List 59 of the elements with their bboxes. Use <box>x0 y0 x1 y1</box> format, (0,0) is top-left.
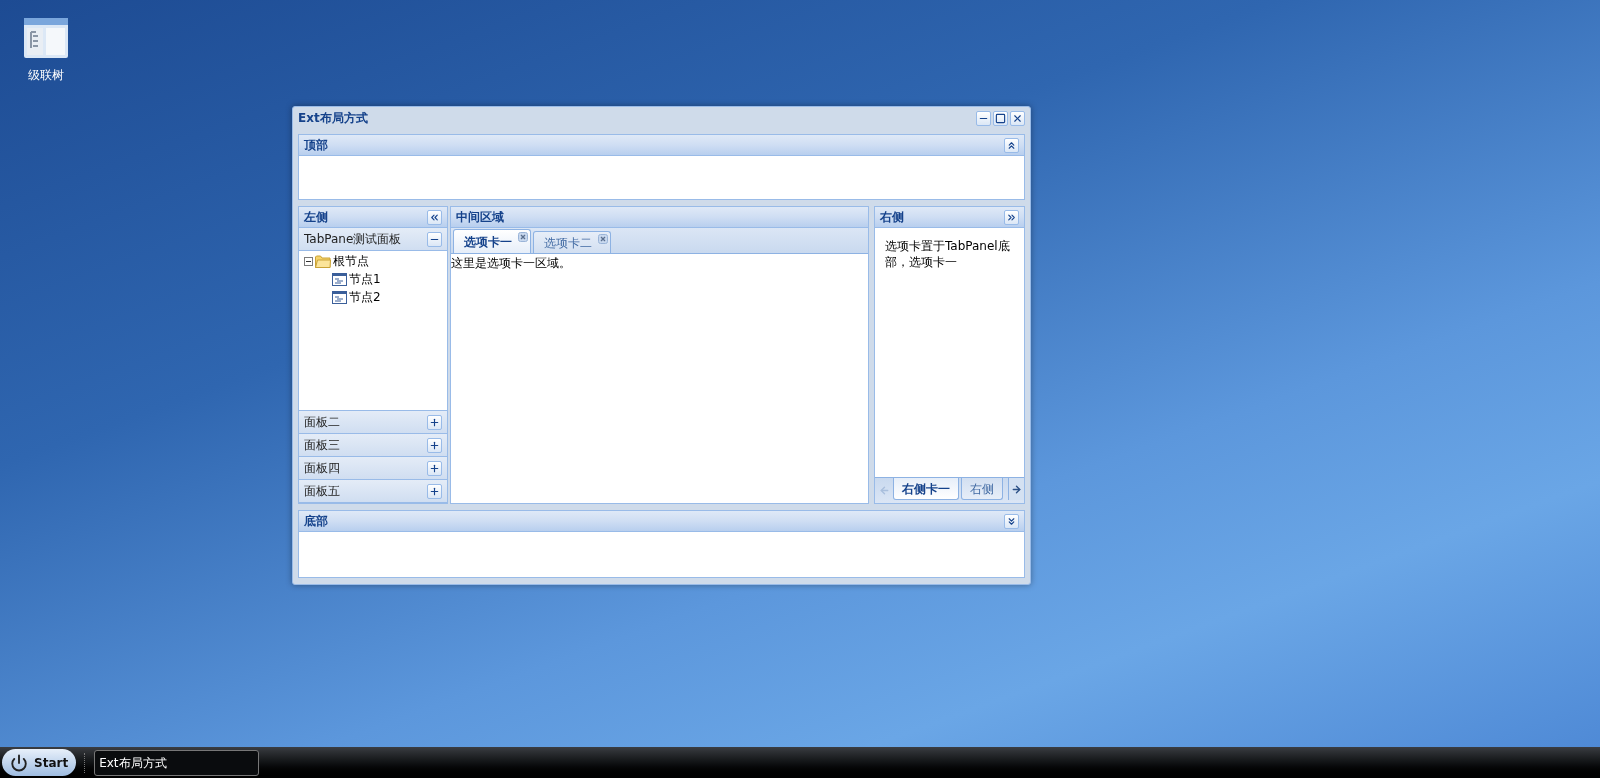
tree-node-label[interactable]: 节点1 <box>349 270 381 288</box>
taskbar-button[interactable]: Ext布局方式 <box>94 749 260 776</box>
desktop-icon-label[interactable]: 级联树 <box>28 66 64 84</box>
right-arrow-icon <box>1011 483 1022 495</box>
power-icon <box>10 753 28 772</box>
close-icon[interactable] <box>598 234 608 244</box>
document-icon <box>332 272 347 286</box>
expand-button[interactable] <box>427 483 442 499</box>
close-icon[interactable] <box>518 232 528 242</box>
panel-title: 右侧 <box>880 209 904 226</box>
accordion-header[interactable]: 面板二 <box>299 411 447 434</box>
collapse-button[interactable] <box>1004 513 1019 529</box>
collapse-button[interactable] <box>1004 137 1019 153</box>
collapse-button[interactable] <box>427 209 442 225</box>
tab[interactable]: 选项卡二 <box>533 231 611 253</box>
tab[interactable]: 选项卡一 <box>453 229 531 253</box>
tree-node-label[interactable]: 节点2 <box>349 288 381 306</box>
accordion-title: 面板三 <box>304 437 340 454</box>
accordion-header[interactable]: 面板五 <box>299 480 447 503</box>
collapse-button[interactable] <box>1004 209 1019 225</box>
tab[interactable]: 右侧卡一 <box>893 478 959 500</box>
content-text: 选项卡置于TabPanel底部，选项卡一 <box>885 238 1011 270</box>
collapse-button[interactable] <box>427 231 442 247</box>
left-arrow-icon <box>878 484 890 496</box>
minimize-button[interactable] <box>976 110 991 126</box>
maximize-icon <box>995 112 1006 124</box>
accordion-title: 面板二 <box>304 414 340 431</box>
panel-title: 中间区域 <box>456 209 504 226</box>
maximize-button[interactable] <box>993 110 1008 126</box>
accordion-title: 面板四 <box>304 460 340 477</box>
folder-icon <box>315 254 331 268</box>
expand-button[interactable] <box>427 414 442 430</box>
plus-icon <box>429 439 440 451</box>
window-title: Ext布局方式 <box>298 110 368 127</box>
expand-button[interactable] <box>427 437 442 453</box>
scroll-right-button[interactable] <box>1008 478 1024 500</box>
panel-title: 顶部 <box>304 137 328 154</box>
plus-icon <box>429 485 440 497</box>
accordion-title: 面板五 <box>304 483 340 500</box>
tab[interactable]: 右侧 <box>961 478 1003 500</box>
start-button[interactable]: Start <box>2 749 77 776</box>
document-icon <box>332 290 347 304</box>
double-chevron-down-icon <box>1006 515 1017 527</box>
accordion-title: TabPane测试面板 <box>304 231 402 248</box>
tree-node-label[interactable]: 根节点 <box>333 252 369 270</box>
accordion-header[interactable]: TabPane测试面板 <box>299 228 447 251</box>
plus-icon <box>429 462 440 474</box>
plus-icon <box>429 416 440 428</box>
content-text: 这里是选项卡一区域。 <box>451 255 572 272</box>
accordion-header[interactable]: 面板三 <box>299 434 447 457</box>
collapse-toggle-icon[interactable] <box>304 256 313 266</box>
close-button[interactable] <box>1010 110 1025 126</box>
expand-button[interactable] <box>427 460 442 476</box>
window-panels-icon[interactable] <box>24 18 68 58</box>
double-chevron-up-icon <box>1006 139 1017 151</box>
accordion-header[interactable]: 面板四 <box>299 457 447 480</box>
panel-title: 左侧 <box>304 209 328 226</box>
close-icon <box>1012 112 1023 124</box>
panel-title: 底部 <box>304 513 328 530</box>
